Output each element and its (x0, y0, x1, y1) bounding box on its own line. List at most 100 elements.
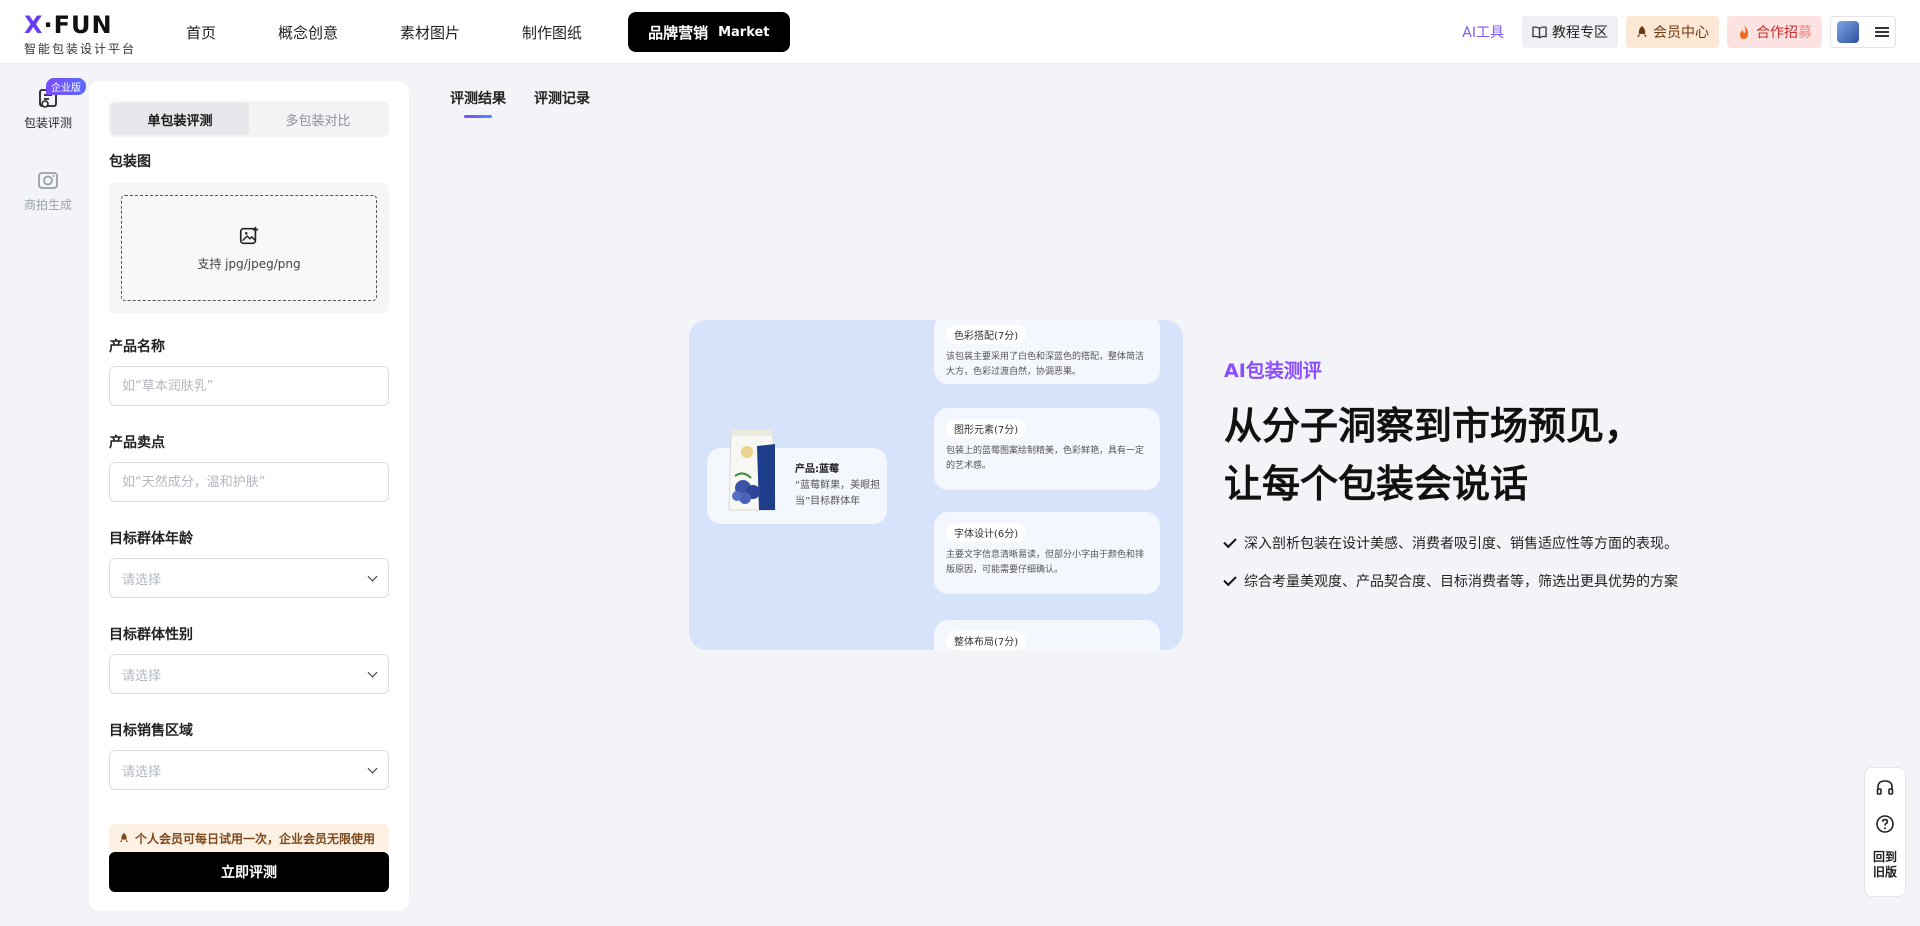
target-gender-select[interactable]: 请选择 (109, 654, 389, 694)
hero-line-1: 从分子洞察到市场预见， (1224, 404, 1643, 448)
fire-icon (1740, 25, 1749, 39)
product-name-input[interactable] (109, 366, 389, 406)
rocket-icon (119, 833, 129, 843)
score-title: 色彩搭配(7分) (946, 325, 1027, 344)
coop-label: 合作招 (1756, 25, 1798, 41)
selling-point-label: 产品卖点 (109, 435, 165, 451)
product-description: “蓝莓鲜果，美眼担当”目标群体年龄:... (795, 480, 881, 507)
headset-icon[interactable] (1875, 778, 1895, 798)
evaluate-now-button[interactable]: 立即评测 (109, 852, 389, 892)
logo-subtitle: 智能包装设计平台 (24, 42, 137, 56)
target-region-placeholder: 请选择 (122, 764, 162, 780)
bullet-text: 深入剖析包装在设计美感、消费者吸引度、销售适应性等方面的表现。 (1244, 536, 1678, 552)
rail-label-product-shoot: 商拍生成 (23, 198, 72, 212)
mode-segmented-control: 单包装评测 多包装对比 (109, 101, 389, 137)
header-actions: AI工具 教程专区 会员中心 合作招募 (1452, 16, 1896, 48)
check-icon (1223, 572, 1237, 586)
nav-home[interactable]: 首页 (170, 12, 232, 52)
hero-heading: 从分子洞察到市场预见， 让每个包装会说话 (1224, 397, 1678, 513)
score-title: 图形元素(7分) (946, 419, 1027, 438)
package-image-label: 包装图 (109, 154, 151, 170)
ai-tools-link[interactable]: AI工具 (1452, 16, 1514, 48)
floating-toolbar: 回到 旧版 (1864, 767, 1906, 897)
target-region-select[interactable]: 请选择 (109, 750, 389, 790)
membership-notice: 个人会员可每日试用一次，企业会员无限使用 (109, 824, 389, 852)
score-card-typography: 字体设计(6分) 主要文字信息清晰易读，但部分小字由于颜色和排版原因，可能需要仔… (934, 512, 1160, 594)
rail-item-product-shoot[interactable]: 商拍生成 (0, 168, 96, 213)
score-text: 包装上的蓝莓图案绘制精美，色彩鲜艳，具有一定的艺术感。 (946, 446, 1145, 471)
bullet-item: 深入剖析包装在设计美感、消费者吸引度、销售适应性等方面的表现。 (1223, 533, 1678, 553)
bullet-item: 综合考量美观度、产品契合度、目标消费者等，筛选出更具优势的方案 (1223, 571, 1678, 591)
evaluation-form-panel: 单包装评测 多包装对比 包装图 支持 jpg/jpeg/png 产品名称 产品卖… (89, 81, 409, 911)
rail-label-package-eval: 包装评测 (23, 116, 72, 130)
selling-point-input[interactable] (109, 462, 389, 502)
score-card-color: 色彩搭配(7分) 该包装主要采用了白色和深蓝色的搭配，整体简洁大方，色彩过渡自然… (934, 320, 1160, 384)
member-center-button[interactable]: 会员中心 (1626, 16, 1719, 48)
main-nav: 首页 概念创意 素材图片 制作图纸 品牌营销 Market (170, 12, 790, 52)
tab-result[interactable]: 评测结果 (450, 88, 506, 118)
member-label: 会员中心 (1653, 25, 1709, 41)
back-line-2: 旧版 (1872, 865, 1897, 879)
tab-multi-compare[interactable]: 多包装对比 (249, 103, 387, 135)
hamburger-menu-icon[interactable] (1875, 27, 1889, 37)
back-line-1: 回到 (1872, 850, 1897, 864)
image-upload-icon (239, 226, 259, 244)
course-label: 教程专区 (1552, 25, 1608, 41)
target-gender-placeholder: 请选择 (122, 668, 162, 684)
nav-brand-marketing[interactable]: 品牌营销 Market (628, 12, 790, 52)
score-text: 主要文字信息清晰易读，但部分小字由于颜色和排版原因，可能需要仔细确认。 (946, 550, 1145, 575)
target-age-label: 目标群体年龄 (109, 531, 193, 547)
tab-history[interactable]: 评测记录 (534, 88, 590, 118)
nav-drawings[interactable]: 制作图纸 (506, 12, 598, 52)
nav-concept[interactable]: 概念创意 (262, 12, 354, 52)
score-title: 整体布局(7分) (946, 631, 1027, 650)
course-button[interactable]: 教程专区 (1522, 16, 1618, 48)
enterprise-badge: 企业版 (46, 78, 86, 95)
bullet-text: 综合考量美观度、产品契合度、目标消费者等，筛选出更具优势的方案 (1244, 574, 1678, 590)
upload-area-wrapper: 支持 jpg/jpeg/png (109, 183, 389, 313)
rocket-icon (1637, 26, 1647, 37)
help-icon[interactable] (1875, 814, 1895, 834)
book-icon (1532, 26, 1547, 39)
cooperation-button[interactable]: 合作招募 (1727, 16, 1822, 48)
left-rail: 企业版 包装评测 商拍生成 (0, 64, 90, 926)
avatar[interactable] (1837, 21, 1859, 43)
image-upload-dropzone[interactable]: 支持 jpg/jpeg/png (121, 195, 377, 301)
logo[interactable]: X·FUN 智能包装设计平台 (24, 11, 144, 56)
hero-copy: AI包装测评 从分子洞察到市场预见， 让每个包装会说话 深入剖析包装在设计美感、… (1223, 356, 1678, 609)
nav-brand-label: 品牌营销 (648, 23, 709, 42)
user-menu[interactable] (1830, 16, 1896, 48)
nav-brand-tag: Market (718, 24, 770, 40)
chevron-down-icon (367, 571, 378, 581)
target-age-placeholder: 请选择 (122, 572, 162, 588)
upload-hint: 支持 jpg/jpeg/png (197, 256, 301, 271)
back-to-old-version[interactable]: 回到 旧版 (1873, 850, 1897, 880)
score-card-graphics: 图形元素(7分) 包装上的蓝莓图案绘制精美，色彩鲜艳，具有一定的艺术感。 (934, 408, 1160, 490)
check-icon (1223, 534, 1237, 548)
hero-tag: AI包装测评 (1224, 360, 1322, 382)
target-gender-label: 目标群体性别 (109, 627, 193, 643)
camera-icon (38, 172, 58, 189)
hero-line-2: 让每个包装会说话 (1224, 462, 1529, 506)
chevron-down-icon (367, 763, 378, 773)
result-tabs: 评测结果 评测记录 (450, 88, 590, 118)
target-age-select[interactable]: 请选择 (109, 558, 389, 598)
target-region-label: 目标销售区域 (109, 723, 193, 739)
top-navbar: X·FUN 智能包装设计平台 首页 概念创意 素材图片 制作图纸 品牌营销 Ma… (0, 0, 1920, 64)
score-title: 字体设计(6分) (946, 523, 1027, 542)
showcase-illustration: 产品:蓝莓 “蓝莓鲜果，美眼担当”目标群体年龄:... 色彩搭配(7分) 该包装… (689, 320, 1183, 650)
hero-bullets: 深入剖析包装在设计美感、消费者吸引度、销售适应性等方面的表现。 综合考量美观度、… (1223, 533, 1678, 591)
chevron-down-icon (367, 667, 378, 677)
score-text: 该包装主要采用了白色和深蓝色的搭配，整体简洁大方，色彩过渡自然，协调恶果。 (946, 352, 1145, 377)
product-summary-card: 产品:蓝莓 “蓝莓鲜果，美眼担当”目标群体年龄:... (707, 430, 887, 524)
coop-label-suffix: 募 (1798, 25, 1812, 41)
notice-text: 个人会员可每日试用一次，企业会员无限使用 (135, 831, 376, 846)
logo-mark: X·FUN (24, 11, 113, 39)
score-card-layout: 整体布局(7分) (934, 620, 1160, 650)
blueberry-package-image (728, 430, 776, 511)
product-title: 产品:蓝莓 (795, 464, 839, 475)
tab-single-package[interactable]: 单包装评测 (111, 103, 249, 135)
nav-materials[interactable]: 素材图片 (384, 12, 476, 52)
product-name-label: 产品名称 (109, 339, 165, 355)
rail-item-package-eval[interactable]: 企业版 包装评测 (0, 78, 96, 131)
